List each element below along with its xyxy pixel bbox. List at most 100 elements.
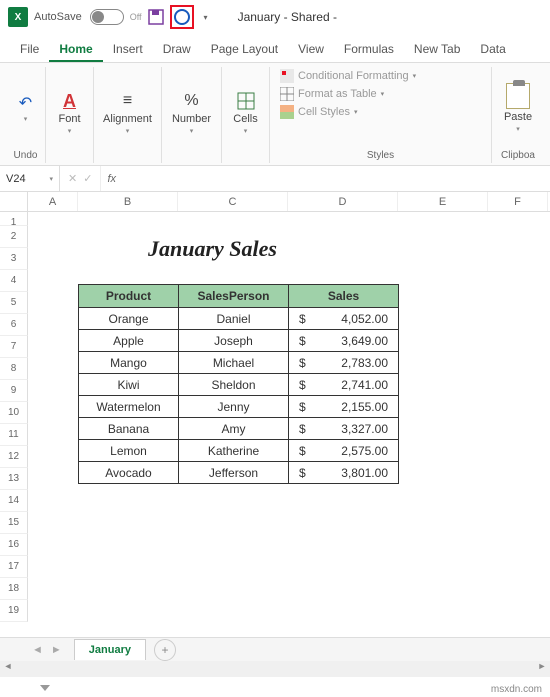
cell-area[interactable]: January Sales Product SalesPerson Sales … <box>28 212 550 634</box>
col-header-f[interactable]: F <box>488 192 548 211</box>
row-header[interactable]: 1 <box>0 212 28 226</box>
cell-product[interactable]: Watermelon <box>79 396 179 418</box>
highlighted-sync-button[interactable] <box>170 5 194 29</box>
row-header[interactable]: 14 <box>0 490 28 512</box>
row-header[interactable]: 8 <box>0 358 28 380</box>
header-salesperson: SalesPerson <box>179 285 289 308</box>
cell-sales[interactable]: $2,155.00 <box>289 396 399 418</box>
alignment-button[interactable]: ≡Alignment▾ <box>95 87 160 139</box>
row-header[interactable]: 9 <box>0 380 28 402</box>
header-product: Product <box>79 285 179 308</box>
ribbon: ↶▾ Undo AFont▾ ≡Alignment▾ %Number▾ Cell… <box>0 62 550 166</box>
cell-salesperson[interactable]: Jenny <box>179 396 289 418</box>
tab-page-layout[interactable]: Page Layout <box>201 38 288 62</box>
tab-new-tab[interactable]: New Tab <box>404 38 470 62</box>
tab-view[interactable]: View <box>288 38 334 62</box>
cell-salesperson[interactable]: Michael <box>179 352 289 374</box>
scroll-left-icon[interactable]: ◄ <box>0 661 16 677</box>
col-header-b[interactable]: B <box>78 192 178 211</box>
cell-product[interactable]: Mango <box>79 352 179 374</box>
font-icon: A <box>60 91 80 111</box>
prev-sheet-icon[interactable]: ◄ <box>32 644 43 656</box>
row-header[interactable]: 2 <box>0 226 28 248</box>
cell-product[interactable]: Avocado <box>79 462 179 484</box>
select-all-corner[interactable] <box>0 192 28 211</box>
row-header[interactable]: 12 <box>0 446 28 468</box>
column-headers: A B C D E F <box>0 192 550 212</box>
number-button[interactable]: %Number▾ <box>164 87 219 139</box>
row-header[interactable]: 13 <box>0 468 28 490</box>
name-box[interactable]: V24▾ <box>0 166 60 191</box>
cell-sales[interactable]: $2,741.00 <box>289 374 399 396</box>
tab-insert[interactable]: Insert <box>103 38 153 62</box>
col-header-a[interactable]: A <box>28 192 78 211</box>
row-header[interactable]: 16 <box>0 534 28 556</box>
header-sales: Sales <box>289 285 399 308</box>
group-clipboard-label: Clipboa <box>501 148 535 163</box>
status-dropdown-icon[interactable] <box>40 685 50 691</box>
accept-formula-icon[interactable]: ✓ <box>83 172 92 185</box>
document-title: January - Shared - <box>238 10 337 24</box>
cell-sales[interactable]: $3,801.00 <box>289 462 399 484</box>
row-header[interactable]: 18 <box>0 578 28 600</box>
add-sheet-button[interactable]: + <box>154 639 176 661</box>
cell-sales[interactable]: $4,052.00 <box>289 308 399 330</box>
paste-button[interactable]: Paste▾ <box>496 79 540 137</box>
table-row: MangoMichael$2,783.00 <box>79 352 399 374</box>
fx-label[interactable]: fx <box>101 173 122 185</box>
cell-sales[interactable]: $2,783.00 <box>289 352 399 374</box>
excel-app-icon: X <box>8 7 28 27</box>
group-undo-label: Undo <box>14 148 38 163</box>
autosave-toggle[interactable] <box>90 9 124 25</box>
next-sheet-icon[interactable]: ► <box>51 644 62 656</box>
cell-styles-button[interactable]: Cell Styles ▾ <box>280 105 416 119</box>
sheet-tab-january[interactable]: January <box>74 639 146 660</box>
tab-home[interactable]: Home <box>49 38 102 62</box>
cell-sales[interactable]: $3,649.00 <box>289 330 399 352</box>
cell-product[interactable]: Lemon <box>79 440 179 462</box>
tab-data[interactable]: Data <box>470 38 515 62</box>
cell-salesperson[interactable]: Amy <box>179 418 289 440</box>
col-header-d[interactable]: D <box>288 192 398 211</box>
row-header[interactable]: 5 <box>0 292 28 314</box>
row-header[interactable]: 15 <box>0 512 28 534</box>
row-header[interactable]: 7 <box>0 336 28 358</box>
cell-product[interactable]: Orange <box>79 308 179 330</box>
tab-formulas[interactable]: Formulas <box>334 38 404 62</box>
tab-draw[interactable]: Draw <box>153 38 201 62</box>
cell-product[interactable]: Apple <box>79 330 179 352</box>
undo-button[interactable]: ↶▾ <box>4 89 48 127</box>
conditional-formatting-button[interactable]: Conditional Formatting ▾ <box>280 69 416 83</box>
row-header[interactable]: 4 <box>0 270 28 292</box>
cell-sales[interactable]: $2,575.00 <box>289 440 399 462</box>
row-header[interactable]: 17 <box>0 556 28 578</box>
spreadsheet-grid[interactable]: A B C D E F 1234567891011121314151617181… <box>0 192 550 634</box>
col-header-c[interactable]: C <box>178 192 288 211</box>
sheet-title: January Sales <box>148 236 277 262</box>
cells-button[interactable]: Cells▾ <box>224 87 268 139</box>
cell-salesperson[interactable]: Daniel <box>179 308 289 330</box>
cell-product[interactable]: Banana <box>79 418 179 440</box>
cell-salesperson[interactable]: Jefferson <box>179 462 289 484</box>
scroll-right-icon[interactable]: ► <box>534 661 550 677</box>
cell-product[interactable]: Kiwi <box>79 374 179 396</box>
row-header[interactable]: 11 <box>0 424 28 446</box>
horizontal-scrollbar[interactable]: ◄ ► <box>0 661 550 677</box>
row-header[interactable]: 10 <box>0 402 28 424</box>
sales-table: Product SalesPerson Sales OrangeDaniel$4… <box>78 284 399 484</box>
cancel-formula-icon[interactable]: ✕ <box>68 172 77 185</box>
tab-file[interactable]: File <box>10 38 49 62</box>
table-row: BananaAmy$3,327.00 <box>79 418 399 440</box>
row-header[interactable]: 6 <box>0 314 28 336</box>
save-icon[interactable] <box>148 9 164 25</box>
row-header[interactable]: 19 <box>0 600 28 622</box>
row-header[interactable]: 3 <box>0 248 28 270</box>
format-as-table-button[interactable]: Format as Table ▾ <box>280 87 416 101</box>
cell-sales[interactable]: $3,327.00 <box>289 418 399 440</box>
cell-salesperson[interactable]: Katherine <box>179 440 289 462</box>
cell-salesperson[interactable]: Joseph <box>179 330 289 352</box>
quick-access-dropdown-icon[interactable]: ▾ <box>200 13 212 22</box>
cell-salesperson[interactable]: Sheldon <box>179 374 289 396</box>
col-header-e[interactable]: E <box>398 192 488 211</box>
font-button[interactable]: AFont▾ <box>48 87 92 139</box>
